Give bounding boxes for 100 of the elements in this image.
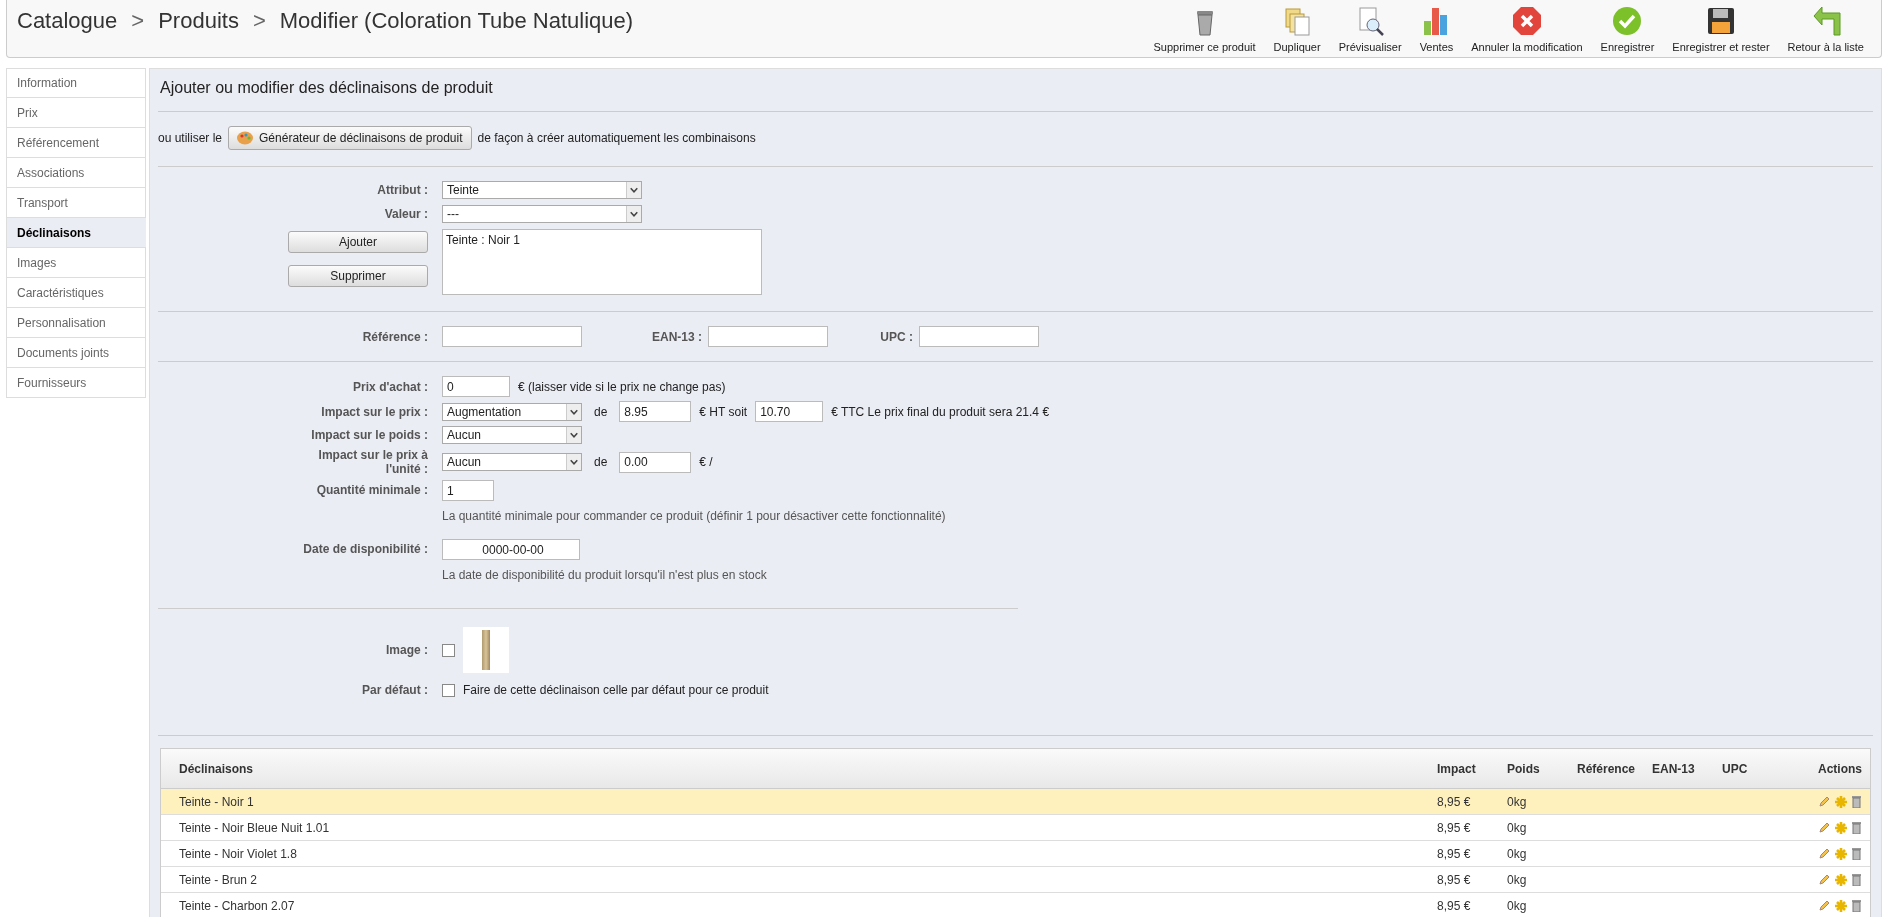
table-row[interactable]: Teinte - Noir 1 8,95 € 0kg bbox=[161, 789, 1870, 815]
table-cell-text: Teinte - Noir Bleue Nuit 1.01 bbox=[179, 820, 331, 835]
table-cell-text: 8,95 € bbox=[1437, 872, 1472, 887]
sidebar-tab[interactable]: Déclinaisons bbox=[6, 218, 146, 248]
section-title: Ajouter ou modifier des déclinaisons de produit bbox=[159, 78, 494, 98]
field-label: Référence : bbox=[361, 329, 428, 344]
impact-select[interactable]: Aucun bbox=[442, 426, 582, 444]
sidebar-tab[interactable]: Caractéristiques bbox=[6, 278, 146, 308]
toolbar-button[interactable]: Enregistrer bbox=[1591, 4, 1664, 53]
column-header: Référence bbox=[1577, 761, 1637, 776]
date-field[interactable]: 0000-00-00 bbox=[442, 539, 580, 560]
toolbar-button[interactable]: Ventes bbox=[1410, 4, 1463, 53]
sidebar-tab[interactable]: Information bbox=[6, 68, 146, 98]
generator-prefix: ou utiliser le bbox=[158, 131, 223, 145]
field-label: Valeur : bbox=[383, 207, 428, 221]
toolbar-button[interactable]: Annuler la modification bbox=[1462, 4, 1592, 53]
breadcrumb-link[interactable]: Catalogue bbox=[17, 7, 118, 34]
trash-icon[interactable] bbox=[1851, 898, 1862, 912]
list-item[interactable]: Teinte : Noir 1 bbox=[446, 233, 758, 247]
checkbox[interactable] bbox=[442, 643, 455, 657]
toolbar-button[interactable]: Dupliquer bbox=[1264, 4, 1330, 53]
sidebar-tab[interactable]: Associations bbox=[6, 158, 146, 188]
trash-icon[interactable] bbox=[1851, 820, 1862, 834]
impact-select[interactable]: Augmentation bbox=[442, 402, 582, 421]
star-icon[interactable] bbox=[1834, 794, 1848, 809]
cancel-icon bbox=[1510, 4, 1543, 37]
sidebar-tab[interactable]: Prix bbox=[6, 98, 146, 128]
table-cell-text: Teinte - Charbon 2.07 bbox=[179, 898, 296, 913]
table-cell-text: 0kg bbox=[1507, 872, 1528, 887]
attribute-select[interactable]: Teinte bbox=[442, 181, 642, 199]
text-field[interactable] bbox=[919, 326, 1039, 347]
star-icon[interactable] bbox=[1834, 846, 1848, 861]
pencil-icon[interactable] bbox=[1818, 846, 1831, 860]
field-label: EAN-13 : bbox=[651, 329, 702, 344]
trash-icon[interactable] bbox=[1851, 872, 1862, 886]
field-label: Par défaut : bbox=[361, 683, 428, 697]
column-header: Actions bbox=[1817, 761, 1862, 776]
price-note: € TTC Le prix final du produit sera 21.4 € bbox=[831, 404, 1050, 419]
checkmark-icon bbox=[1611, 4, 1644, 37]
impact-select[interactable]: Aucun bbox=[442, 453, 582, 471]
column-header: Déclinaisons bbox=[179, 761, 255, 776]
column-header: Poids bbox=[1507, 761, 1541, 776]
text-field[interactable] bbox=[442, 326, 582, 347]
remove-button[interactable]: Supprimer bbox=[288, 265, 428, 287]
star-icon[interactable] bbox=[1834, 820, 1848, 835]
sidebar-tab[interactable]: Référencement bbox=[6, 128, 146, 158]
amount-field[interactable]: 8.95 bbox=[619, 401, 692, 422]
amount-field[interactable]: 10.70 bbox=[755, 401, 824, 422]
attribute-list[interactable]: Teinte : Noir 1 bbox=[442, 229, 762, 295]
pencil-icon[interactable] bbox=[1818, 794, 1831, 808]
add-button[interactable]: Ajouter bbox=[288, 231, 428, 253]
breadcrumb-current: Modifier (Coloration Tube Natulique) bbox=[279, 7, 634, 34]
palette-icon bbox=[237, 131, 254, 145]
pencil-icon[interactable] bbox=[1818, 820, 1831, 834]
toolbar-button[interactable]: Enregistrer et rester bbox=[1663, 4, 1779, 53]
field-label: Prix d'achat : bbox=[352, 379, 428, 394]
pencil-icon[interactable] bbox=[1818, 898, 1831, 912]
connector-text: de bbox=[594, 455, 608, 469]
sidebar-tab[interactable]: Documents joints bbox=[6, 338, 146, 368]
trash-icon[interactable] bbox=[1851, 846, 1862, 860]
value-select[interactable]: --- bbox=[442, 205, 642, 223]
text-field[interactable]: 1 bbox=[442, 480, 494, 501]
dropdown-caret-icon bbox=[626, 182, 641, 198]
field-label: UPC : bbox=[879, 329, 913, 344]
trash-icon[interactable] bbox=[1851, 794, 1862, 808]
table-cell-text: 8,95 € bbox=[1437, 898, 1472, 913]
table-cell-text: 8,95 € bbox=[1437, 794, 1472, 809]
star-icon[interactable] bbox=[1834, 898, 1848, 913]
checkbox[interactable] bbox=[442, 683, 455, 697]
generator-suffix: de façon à créer automatiquement les combinaisons bbox=[477, 131, 756, 145]
field-label: Impact sur le prix à l'unité : bbox=[318, 448, 428, 476]
generator-button[interactable]: Générateur de déclinaisons de produit bbox=[228, 126, 472, 150]
product-thumbnail bbox=[463, 627, 509, 673]
table-cell-text: Teinte - Noir Violet 1.8 bbox=[179, 846, 298, 861]
sidebar-tab[interactable]: Transport bbox=[6, 188, 146, 218]
toolbar-button[interactable]: Prévisualiser bbox=[1329, 4, 1411, 53]
connector-text: de bbox=[594, 404, 608, 419]
dropdown-caret-icon bbox=[566, 454, 581, 470]
field-label: Quantité minimale : bbox=[315, 483, 428, 497]
breadcrumb-separator: > bbox=[252, 7, 266, 34]
table-cell-text: 0kg bbox=[1507, 820, 1528, 835]
sidebar-tab[interactable]: Images bbox=[6, 248, 146, 278]
table-cell-text: 0kg bbox=[1507, 794, 1528, 809]
text-field[interactable]: 0 bbox=[442, 376, 510, 397]
breadcrumb-link[interactable]: Produits bbox=[158, 7, 239, 34]
unit-text: € HT soit bbox=[699, 404, 748, 419]
toolbar-button[interactable]: Supprimer ce produit bbox=[1144, 4, 1265, 53]
field-label: Attribut : bbox=[376, 183, 428, 197]
toolbar-button[interactable]: Retour à la liste bbox=[1778, 4, 1873, 53]
field-hint: € (laisser vide si le prix ne change pas) bbox=[518, 379, 726, 394]
star-icon[interactable] bbox=[1834, 872, 1848, 887]
column-header: EAN-13 bbox=[1652, 761, 1696, 776]
amount-field[interactable]: 0.00 bbox=[619, 451, 692, 473]
table-cell-text: 8,95 € bbox=[1437, 820, 1472, 835]
dropdown-caret-icon bbox=[566, 403, 581, 420]
sidebar-tab[interactable]: Personnalisation bbox=[6, 308, 146, 338]
field-label: Date de disponibilité : bbox=[302, 542, 428, 556]
text-field[interactable] bbox=[708, 326, 828, 347]
pencil-icon[interactable] bbox=[1818, 872, 1831, 886]
sidebar-tab[interactable]: Fournisseurs bbox=[6, 368, 146, 398]
